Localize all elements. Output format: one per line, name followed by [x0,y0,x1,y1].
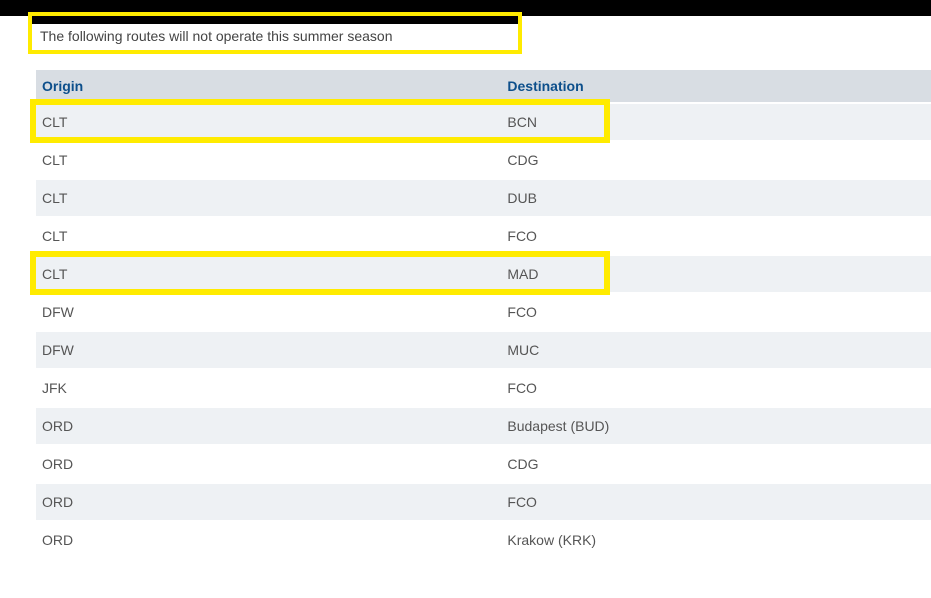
cell-destination: FCO [501,483,931,521]
cell-origin: CLT [36,255,501,293]
cell-destination: FCO [501,293,931,331]
cell-destination: FCO [501,217,931,255]
table-row: CLTDUB [36,179,931,217]
cell-destination: CDG [501,445,931,483]
table-row: DFWMUC [36,331,931,369]
cell-destination: FCO [501,369,931,407]
cell-origin: CLT [36,103,501,141]
table-header-row: Origin Destination [36,70,931,103]
cell-origin: ORD [36,407,501,445]
routes-table-container: Origin Destination CLTBCNCLTCDGCLTDUBCLT… [36,70,931,558]
table-row: CLTBCN [36,103,931,141]
cell-destination: MAD [501,255,931,293]
table-row: DFWFCO [36,293,931,331]
cell-destination: Budapest (BUD) [501,407,931,445]
cell-destination: DUB [501,179,931,217]
table-row: CLTCDG [36,141,931,179]
table-row: JFKFCO [36,369,931,407]
intro-text: The following routes will not operate th… [32,24,518,50]
cell-origin: ORD [36,521,501,558]
cell-origin: DFW [36,331,501,369]
table-row: ORDKrakow (KRK) [36,521,931,558]
table-row: ORDCDG [36,445,931,483]
cell-origin: CLT [36,217,501,255]
cell-origin: CLT [36,179,501,217]
cell-destination: CDG [501,141,931,179]
col-destination: Destination [501,70,931,103]
table-row: ORDFCO [36,483,931,521]
cell-origin: JFK [36,369,501,407]
cell-destination: BCN [501,103,931,141]
routes-table: Origin Destination CLTBCNCLTCDGCLTDUBCLT… [36,70,931,558]
cell-origin: ORD [36,483,501,521]
table-row: ORDBudapest (BUD) [36,407,931,445]
table-row: CLTFCO [36,217,931,255]
col-origin: Origin [36,70,501,103]
cell-origin: CLT [36,141,501,179]
cell-destination: MUC [501,331,931,369]
intro-black-strip [32,16,518,24]
cell-origin: ORD [36,445,501,483]
cell-destination: Krakow (KRK) [501,521,931,558]
cell-origin: DFW [36,293,501,331]
table-row: CLTMAD [36,255,931,293]
intro-highlight-box: The following routes will not operate th… [28,12,522,54]
